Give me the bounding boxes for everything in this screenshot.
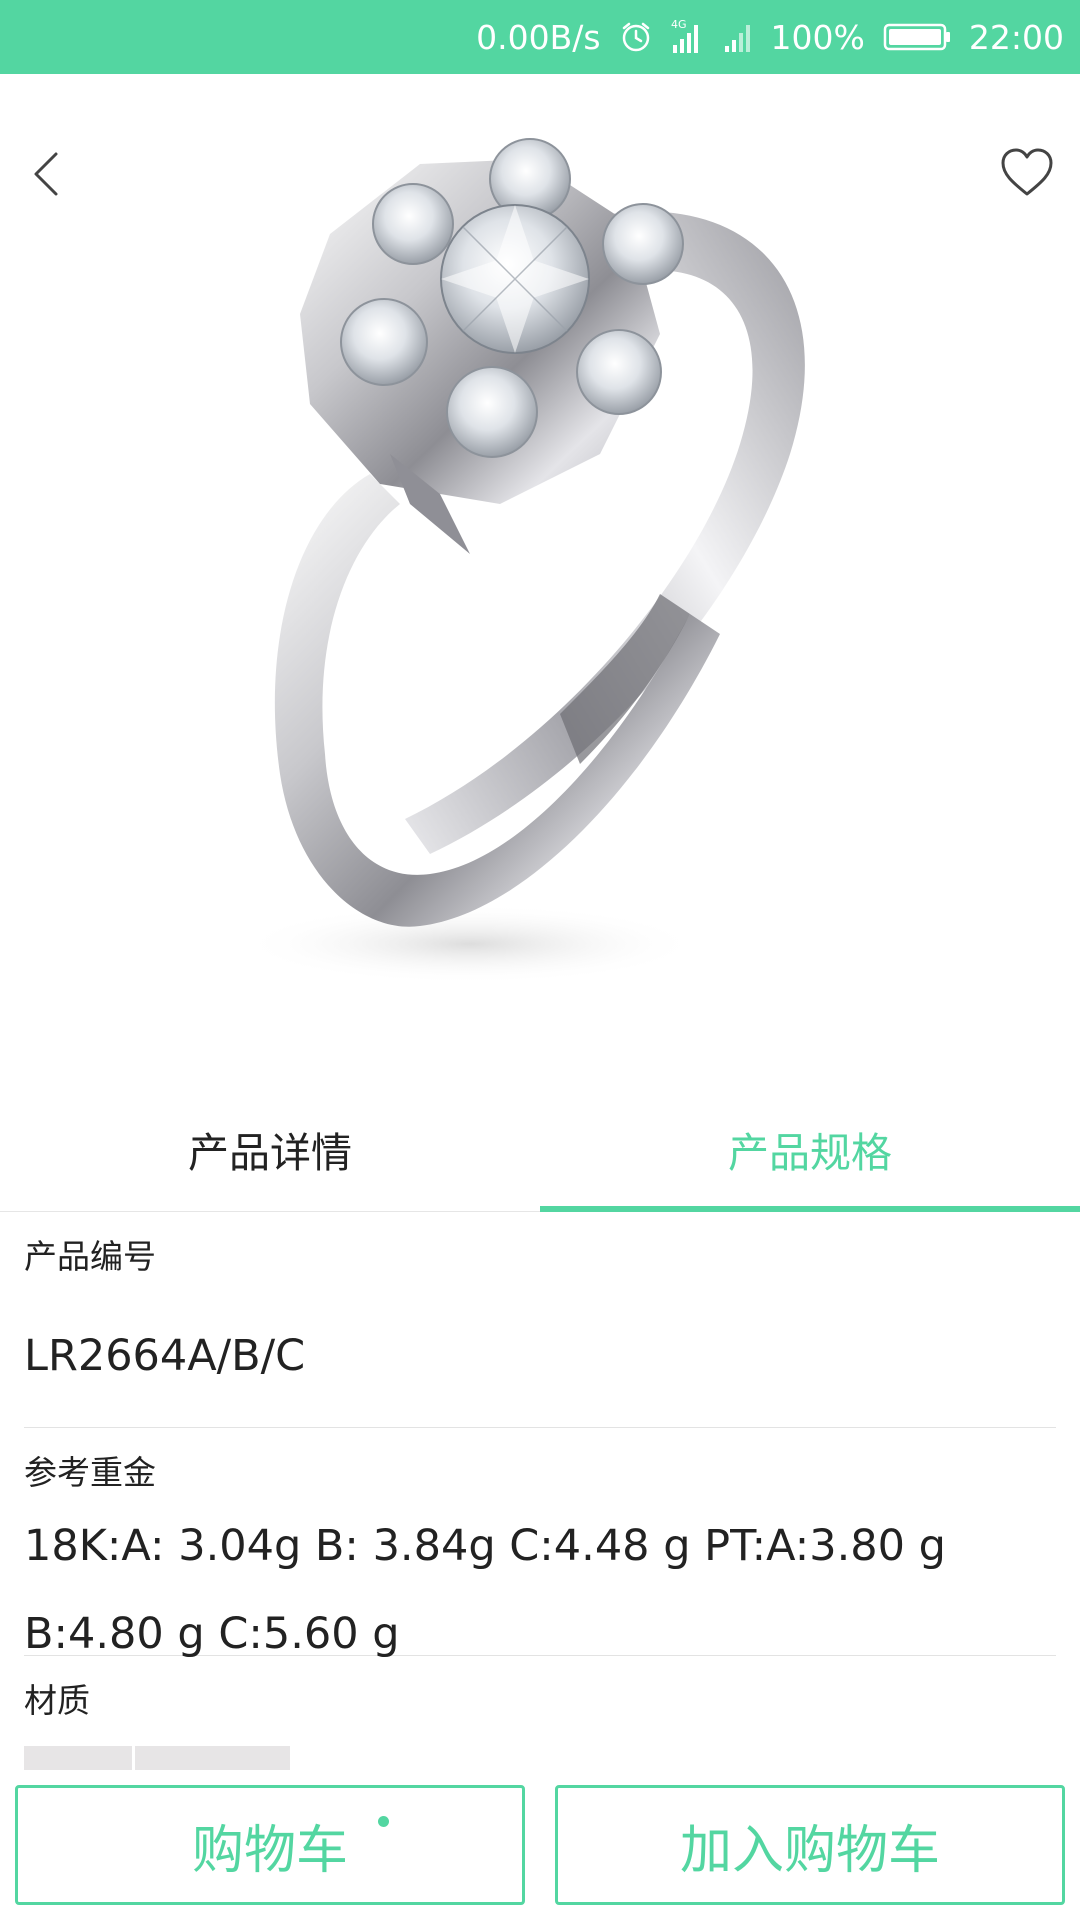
spec-label: 产品编号: [24, 1237, 156, 1276]
spec-reference-weight: 参考重金 18K:A: 3.04g B: 3.84g C:4.48 g PT:A…: [24, 1428, 1056, 1659]
product-tabs: 产品详情 产品规格: [0, 1086, 1080, 1212]
network-speed: 0.00B/s: [476, 17, 601, 57]
spec-list: 产品编号 LR2664A/B/C 参考重金 18K:A: 3.04g B: 3.…: [24, 1212, 1056, 1770]
cart-indicator-dot: [378, 1816, 389, 1827]
add-to-cart-label: 加入购物车: [679, 1820, 940, 1881]
spec-product-number: 产品编号 LR2664A/B/C: [24, 1212, 1056, 1428]
cart-button-label: 购物车: [191, 1820, 348, 1881]
alarm-icon: [619, 20, 653, 54]
product-image-area[interactable]: [0, 74, 1080, 1086]
svg-text:4G: 4G: [671, 18, 687, 31]
spec-material: 材质: [24, 1656, 1056, 1770]
tab-label: 产品规格: [728, 1128, 892, 1177]
tab-product-details[interactable]: 产品详情: [0, 1086, 540, 1211]
back-button[interactable]: [22, 144, 74, 204]
tab-label: 产品详情: [188, 1128, 352, 1177]
spec-value: LR2664A/B/C: [24, 1331, 306, 1381]
heart-outline-icon: [1001, 148, 1053, 196]
ring-product-image: [240, 138, 805, 984]
spec-label: 材质: [24, 1681, 90, 1720]
add-to-cart-button[interactable]: 加入购物车: [555, 1785, 1065, 1905]
cart-button[interactable]: 购物车: [15, 1785, 525, 1905]
signal-4g-icon: 4G: [671, 17, 705, 57]
placeholder-bar: [135, 1746, 290, 1770]
spec-value-line-1: 18K:A: 3.04g B: 3.84g C:4.48 g PT:A:3.80…: [24, 1521, 946, 1571]
tab-product-specs[interactable]: 产品规格: [540, 1086, 1080, 1212]
signal-icon: [723, 20, 753, 54]
loading-placeholder: [24, 1746, 1056, 1770]
status-bar: 0.00B/s 4G 100% 22:00: [0, 0, 1080, 74]
clock-time: 22:00: [968, 17, 1064, 57]
battery-percent: 100%: [770, 17, 865, 57]
favorite-button[interactable]: [998, 144, 1056, 202]
chevron-left-icon: [34, 152, 58, 196]
placeholder-bar: [24, 1746, 132, 1770]
bottom-action-bar: 购物车 加入购物车: [0, 1770, 1080, 1920]
spec-label: 参考重金: [24, 1453, 156, 1492]
battery-icon: [883, 22, 951, 52]
